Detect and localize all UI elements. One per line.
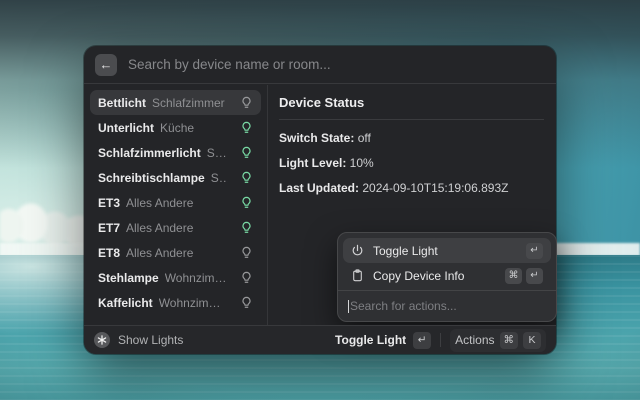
device-list-item[interactable]: Kaffelicht Wohnzimmer <box>90 290 261 315</box>
extension-flower-icon <box>94 332 110 348</box>
device-name: Unterlicht <box>98 121 154 135</box>
device-name: Schlafzimmerlicht <box>98 146 201 160</box>
footer-separator <box>440 333 441 347</box>
lightbulb-icon <box>240 246 253 259</box>
lightbulb-icon <box>240 196 253 209</box>
extension-name: Show Lights <box>118 333 183 347</box>
k-key-badge: K <box>523 332 541 349</box>
enter-key-badge: ↵ <box>413 332 431 349</box>
device-room: Schlafzimmer <box>207 146 228 160</box>
lightbulb-icon <box>240 271 253 284</box>
detail-title: Device Status <box>279 95 544 110</box>
detail-field: Last Updated: 2024-09-10T15:19:06.893Z <box>279 181 544 195</box>
device-room: Schlafzimmer <box>152 96 225 110</box>
device-list: Bettlicht Schlafzimmer Unterlicht Küche Schl… <box>84 85 267 325</box>
action-item-label: Toggle Light <box>373 244 438 258</box>
action-search-input[interactable] <box>350 299 546 313</box>
text-caret <box>348 300 349 313</box>
lightbulb-icon <box>240 171 253 184</box>
search-input[interactable] <box>128 57 545 72</box>
actions-label: Actions <box>455 333 494 347</box>
device-list-item[interactable]: ET3 Alles Andere <box>90 190 261 215</box>
action-item[interactable]: Toggle Light ↵ <box>343 238 551 263</box>
device-list-item[interactable]: Schreibtischlampe Schlafzimmer <box>90 165 261 190</box>
key-badge: ↵ <box>526 268 543 284</box>
action-search-row <box>338 291 556 321</box>
device-list-item[interactable]: ET7 Alles Andere <box>90 215 261 240</box>
action-item[interactable]: Copy Device Info ⌘↵ <box>343 263 551 288</box>
footer-bar: Show Lights Toggle Light ↵ Actions ⌘ K <box>84 325 556 354</box>
detail-divider <box>279 119 544 120</box>
device-list-item[interactable]: Schlafzimmerlicht Schlafzimmer <box>90 140 261 165</box>
lightbulb-icon <box>240 96 253 109</box>
device-room: Schlafzimmer <box>211 171 228 185</box>
device-room: Alles Andere <box>126 221 193 235</box>
device-room: Alles Andere <box>126 196 193 210</box>
primary-action-button[interactable]: Toggle Light <box>335 333 406 347</box>
detail-field: Light Level: 10% <box>279 156 544 170</box>
lightbulb-icon <box>240 221 253 234</box>
device-name: Bettlicht <box>98 96 146 110</box>
power-icon <box>351 244 364 257</box>
key-badge: ⌘ <box>505 268 522 284</box>
actions-button[interactable]: Actions ⌘ K <box>450 329 546 352</box>
device-room: Wohnzimmer <box>159 296 228 310</box>
detail-fields: Switch State: off Light Level: 10% Last Up… <box>279 131 544 195</box>
lightbulb-icon <box>240 146 253 159</box>
device-name: ET7 <box>98 221 120 235</box>
lightbulb-icon <box>240 296 253 309</box>
device-name: ET3 <box>98 196 120 210</box>
action-item-label: Copy Device Info <box>373 269 464 283</box>
device-list-item[interactable]: ET8 Alles Andere <box>90 240 261 265</box>
device-name: Schreibtischlampe <box>98 171 205 185</box>
action-items: Toggle Light ↵ Copy Device Info ⌘↵ <box>338 233 556 290</box>
key-badge: ↵ <box>526 243 543 259</box>
lightbulb-icon <box>240 121 253 134</box>
device-name: Stehlampe <box>98 271 159 285</box>
device-room: Küche <box>160 121 194 135</box>
clipboard-icon <box>351 269 364 282</box>
device-room: Wohnzimmer <box>165 271 228 285</box>
back-button[interactable]: ← <box>95 54 117 76</box>
device-list-item[interactable]: Bettlicht Schlafzimmer <box>90 90 261 115</box>
search-bar: ← <box>84 46 556 84</box>
device-list-item[interactable]: Stehlampe Wohnzimmer <box>90 265 261 290</box>
detail-field: Switch State: off <box>279 131 544 145</box>
action-panel: Toggle Light ↵ Copy Device Info ⌘↵ <box>337 232 557 322</box>
device-list-item[interactable]: Unterlicht Küche <box>90 115 261 140</box>
cmd-key-badge: ⌘ <box>500 332 519 349</box>
device-name: Kaffelicht <box>98 296 153 310</box>
launcher-window: ← Bettlicht Schlafzimmer Unterlicht Küche Sc… <box>84 46 556 354</box>
device-name: ET8 <box>98 246 120 260</box>
device-room: Alles Andere <box>126 246 193 260</box>
